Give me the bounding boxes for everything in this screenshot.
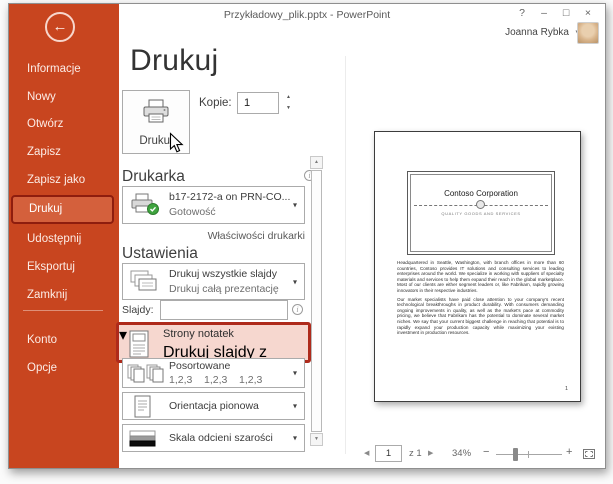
fit-to-window-icon[interactable] [582,447,596,466]
avatar[interactable] [577,22,599,44]
mouse-cursor-icon [169,132,186,160]
collated-pages-icon [127,362,165,391]
dropdown-subtitle: 1,2,3 1,2,3 1,2,3 [169,374,262,386]
previous-page-icon[interactable]: ◀ [364,449,369,457]
notes-text: Headquartered in Seattle, Washington, wi… [397,260,564,339]
zoom-slider-track[interactable] [496,454,562,455]
copies-stepper: ▲ ▼ [282,92,295,114]
sidebar-item-opcje[interactable]: Opcje [9,358,119,378]
printer-ready-icon [129,193,163,224]
printer-icon [140,98,172,131]
next-page-icon[interactable]: ▶ [428,449,433,457]
sidebar-item-label: Drukuj [29,197,62,222]
copies-label: Kopie: [199,97,232,109]
portrait-page-icon [133,395,153,425]
sidebar-item-konto[interactable]: Konto [9,330,119,350]
printer-name: b17-2172-a on PRN-CO... [169,191,290,203]
sidebar-item-eksportuj[interactable]: Eksportuj [9,257,119,277]
chevron-down-icon: ▾ [293,201,297,210]
slide-tagline: QUALITY GOODS AND SERVICES [411,211,551,216]
dropdown-subtitle: Drukuj całą prezentację [169,283,279,295]
slides-range-label: Slajdy: [122,304,154,316]
panel-divider [345,56,346,454]
sidebar-item-zamknij[interactable]: Zamknij [9,285,119,305]
print-preview-page: Contoso Corporation QUALITY GOODS AND SE… [374,131,581,402]
dropdown-title: Drukuj wszystkie slajdy [169,268,277,280]
slides-stack-icon [129,269,161,300]
account-name[interactable]: Joanna Rybka [505,27,569,38]
collation-dropdown[interactable]: Posortowane 1,2,3 1,2,3 1,2,3 ▾ [122,358,305,388]
print-layout-dropdown-notes-pages[interactable]: Strony notatek Drukuj slajdy z notatkami… [116,322,311,363]
chevron-down-icon: ▾ [119,325,127,345]
sidebar-divider [23,310,103,311]
zoom-out-icon[interactable]: − [483,446,489,458]
chevron-down-icon: ▾ [293,277,297,286]
close-button[interactable]: × [577,5,599,21]
settings-section-heading: Ustawienia [122,245,198,263]
slide-inner-border: Contoso Corporation QUALITY GOODS AND SE… [410,174,552,252]
sidebar-item-informacje[interactable]: Informacje [9,59,119,79]
dropdown-title: Strony notatek [163,328,234,340]
chevron-down-icon: ▾ [293,402,297,411]
sidebar-item-otworz[interactable]: Otwórz [9,114,119,134]
dropdown-title: Posortowane [169,360,230,372]
copies-input[interactable] [237,92,279,114]
settings-scrollbar: ▲ ▼ [310,156,323,446]
notes-paragraph: Our market specialists have paid close a… [397,297,564,336]
scroll-up-icon[interactable]: ▲ [310,156,323,169]
slides-info-icon[interactable]: i [292,304,303,315]
zoom-slider-tick [528,451,529,458]
page-title: Drukuj [130,44,219,78]
slides-range-input[interactable] [160,300,288,320]
printer-dropdown[interactable]: b17-2172-a on PRN-CO... Gotowość ▾ [122,186,305,224]
page-number-input[interactable] [375,445,402,462]
dropdown-title: Orientacja pionowa [169,400,259,412]
back-arrow-icon: ← [53,18,68,35]
sidebar-item-zapisz[interactable]: Zapisz [9,142,119,162]
window-controls: ? – □ × [511,5,599,21]
zoom-in-icon[interactable]: + [566,446,572,458]
notes-page-number: 1 [565,386,568,392]
page-total-label: z 1 [409,448,422,459]
backstage-sidebar: ← Informacje Nowy Otwórz Zapisz Zapisz j… [9,4,119,468]
color-mode-dropdown[interactable]: Skala odcieni szarości ▾ [122,424,305,452]
notes-paragraph: Headquartered in Seattle, Washington, wi… [397,260,564,294]
chevron-down-icon: ▾ [293,369,297,378]
sidebar-item-nowy[interactable]: Nowy [9,87,119,107]
printer-status: Gotowość [169,206,216,218]
window-title: Przykładowy_plik.pptx - PowerPoint [69,9,545,21]
slide-emblem-icon [476,200,485,209]
maximize-button[interactable]: □ [555,5,577,21]
printer-section-heading: Drukarka [122,168,185,186]
scrollbar-thumb[interactable] [311,170,322,432]
sidebar-item-drukuj-active[interactable]: Drukuj [11,195,114,224]
minimize-button[interactable]: – [533,5,555,21]
orientation-dropdown[interactable]: Orientacja pionowa ▾ [122,392,305,420]
powerpoint-window: Przykładowy_plik.pptx - PowerPoint ? – □… [8,3,606,469]
print-range-dropdown[interactable]: Drukuj wszystkie slajdy Drukuj całą prez… [122,263,305,300]
chevron-down-icon: ▾ [293,434,297,443]
scroll-down-icon[interactable]: ▼ [310,433,323,446]
slide-thumbnail: Contoso Corporation QUALITY GOODS AND SE… [407,171,555,255]
back-button[interactable]: ← [45,12,75,42]
help-button[interactable]: ? [511,5,533,21]
printer-properties-link[interactable]: Właściwości drukarki [122,230,305,242]
grayscale-icon [129,430,157,453]
sidebar-item-zapisz-jako[interactable]: Zapisz jako [9,170,119,190]
zoom-slider-thumb[interactable] [513,448,518,461]
sidebar-item-udostepnij[interactable]: Udostępnij [9,229,119,249]
stepper-down-icon[interactable]: ▼ [282,103,295,114]
zoom-percent[interactable]: 34% [452,448,471,459]
stepper-up-icon[interactable]: ▲ [282,92,295,103]
slide-title: Contoso Corporation [411,189,551,198]
dropdown-title: Skala odcieni szarości [169,432,273,444]
